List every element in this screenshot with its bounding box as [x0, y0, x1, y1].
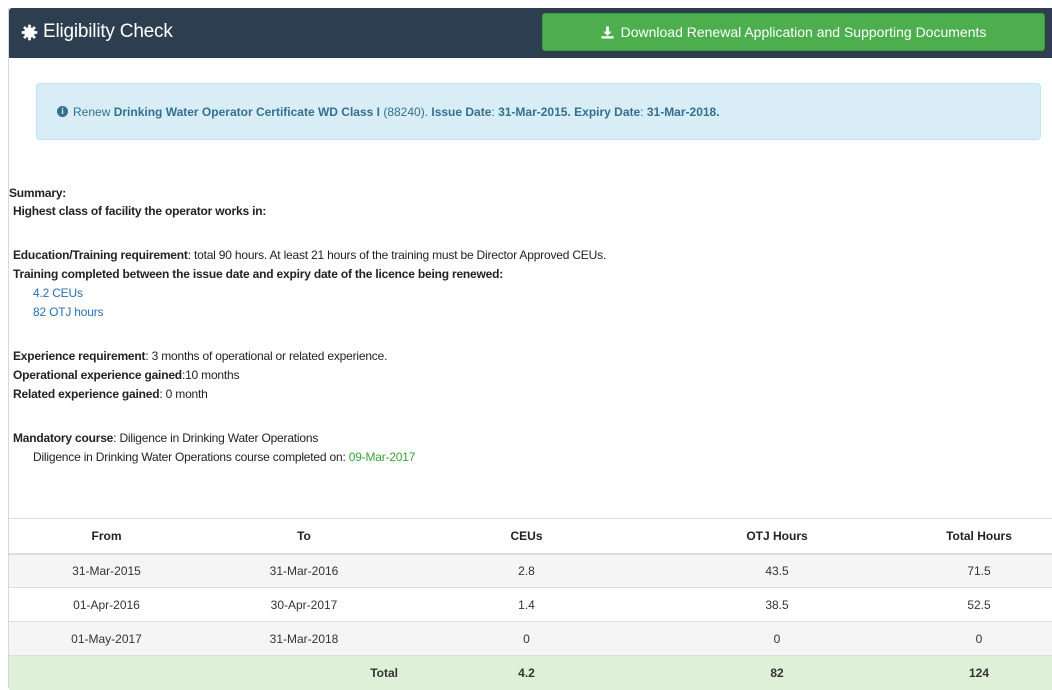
- expiry-date: 31-Mar-2018.: [646, 104, 720, 119]
- operational-experience-value: :10 months: [181, 368, 240, 382]
- cell-from: 01-Apr-2016: [9, 587, 204, 622]
- issue-date-label: Issue Date: [431, 104, 492, 119]
- course-completed-date: 09-Mar-2017: [348, 450, 416, 464]
- table-header-row: From To CEUs OTJ Hours Total Hours: [9, 518, 1052, 555]
- column-header-otj-hours: OTJ Hours: [649, 518, 905, 555]
- gear-icon: [21, 24, 38, 40]
- eligibility-panel: Eligibility Check Download Renewal Appli…: [8, 8, 1052, 690]
- table-total-row: Total 4.2 82 124: [9, 655, 1052, 690]
- cell-otj-hours: 0: [649, 621, 905, 656]
- download-renewal-button[interactable]: Download Renewal Application and Support…: [542, 13, 1045, 51]
- total-otj-hours: 82: [649, 655, 905, 690]
- cell-total-hours: 71.5: [905, 553, 1052, 588]
- panel-title-text: Eligibility Check: [43, 21, 173, 42]
- certificate-name: Drinking Water Operator Certificate WD C…: [113, 104, 380, 119]
- certificate-id: (88240).: [383, 104, 429, 119]
- education-text: : total 90 hours. At least 21 hours of t…: [187, 248, 606, 262]
- table-row: 01-May-2017 31-Mar-2018 0 0 0: [9, 621, 1052, 656]
- cell-otj-hours: 38.5: [649, 587, 905, 622]
- alert-prefix: Renew: [73, 104, 111, 119]
- redaction: [417, 368, 487, 382]
- highest-class-label: Highest class of facility the operator w…: [13, 204, 267, 218]
- mandatory-course-label: Mandatory course: [13, 431, 114, 445]
- download-icon: [601, 25, 614, 39]
- total-cell-empty: [9, 655, 204, 690]
- experience-label: Experience requirement: [13, 349, 146, 363]
- column-header-ceus: CEUs: [404, 518, 649, 555]
- summary-heading: Summary:: [9, 186, 67, 200]
- experience-text: : 3 months of operational or related exp…: [145, 349, 388, 363]
- training-completed-label: Training completed between the issue dat…: [13, 267, 504, 281]
- cell-ceus: 0: [404, 621, 649, 656]
- table-row: 01-Apr-2016 30-Apr-2017 1.4 38.5 52.5: [9, 587, 1052, 622]
- cell-ceus: 2.8: [404, 553, 649, 588]
- panel-header: Eligibility Check Download Renewal Appli…: [9, 8, 1052, 58]
- cell-from: 31-Mar-2015: [9, 553, 204, 588]
- operational-experience-label: Operational experience gained: [13, 368, 182, 382]
- mandatory-course-name: : Diligence in Drinking Water Operations: [113, 431, 319, 445]
- renewal-info-alert: i Renew Drinking Water Operator Certific…: [36, 83, 1041, 140]
- cell-otj-hours: 43.5: [649, 553, 905, 588]
- otj-hours-link[interactable]: 82 OTJ hours: [33, 305, 104, 319]
- cell-to: 31-Mar-2016: [204, 553, 404, 588]
- cell-to: 30-Apr-2017: [204, 587, 404, 622]
- column-header-to: To: [204, 518, 404, 555]
- info-icon: i: [57, 106, 68, 117]
- education-label: Education/Training requirement: [13, 248, 188, 262]
- column-header-from: From: [9, 518, 204, 555]
- ceus-link[interactable]: 4.2 CEUs: [33, 286, 83, 300]
- panel-title: Eligibility Check: [21, 21, 173, 43]
- course-completed-text: Diligence in Drinking Water Operations c…: [33, 450, 346, 464]
- download-button-label: Download Renewal Application and Support…: [620, 24, 987, 40]
- training-hours-table: From To CEUs OTJ Hours Total Hours 31-Ma…: [9, 518, 1052, 690]
- expiry-date-label: Expiry Date: [574, 104, 641, 119]
- cell-ceus: 1.4: [404, 587, 649, 622]
- column-header-total-hours: Total Hours: [905, 518, 1052, 555]
- cell-from: 01-May-2017: [9, 621, 204, 656]
- redaction: [345, 368, 351, 382]
- table-row: 31-Mar-2015 31-Mar-2016 2.8 43.5 71.5: [9, 553, 1052, 588]
- cell-total-hours: 0: [905, 621, 1052, 656]
- issue-date: 31-Mar-2015.: [498, 104, 571, 119]
- total-label: Total: [204, 655, 404, 690]
- total-ceus: 4.2: [404, 655, 649, 690]
- cell-to: 31-Mar-2018: [204, 621, 404, 656]
- total-hours: 124: [905, 655, 1052, 690]
- cell-total-hours: 52.5: [905, 587, 1052, 622]
- related-experience-label: Related experience gained: [13, 387, 160, 401]
- related-experience-value: : 0 month: [159, 387, 208, 401]
